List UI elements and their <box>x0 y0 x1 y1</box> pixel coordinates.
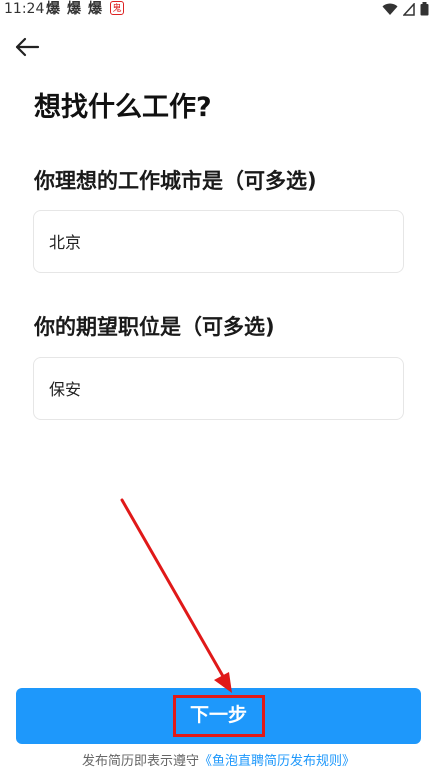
next-button[interactable]: 下一步 <box>16 688 421 744</box>
position-field-value: 保安 <box>49 380 82 399</box>
position-field[interactable]: 保安 <box>33 357 404 420</box>
next-button-label: 下一步 <box>189 705 247 726</box>
app-badge-icon: 鬼 <box>110 1 124 15</box>
city-field-value: 北京 <box>49 233 82 252</box>
city-field[interactable]: 北京 <box>33 210 404 273</box>
signal-icon <box>403 2 415 16</box>
back-button[interactable] <box>14 36 40 58</box>
resume-rules-link[interactable]: 《鱼泡直聘简历发布规则》 <box>199 754 355 769</box>
wifi-icon <box>382 3 398 15</box>
city-section-label: 你理想的工作城市是（可多选) <box>34 169 317 193</box>
status-time: 11:24 <box>4 1 45 17</box>
position-section-label: 你的期望职位是（可多选) <box>34 315 275 339</box>
notification-icon: 爆 <box>46 1 60 17</box>
battery-icon <box>420 2 429 16</box>
notification-icon: 爆 <box>67 1 81 17</box>
back-arrow-icon <box>15 37 40 57</box>
screen: 11:24 爆 爆 爆 鬼 想找什么工作? 你理想的工作城市是（可多选) 北京 … <box>0 0 437 782</box>
footer-text: 发布简历即表示遵守 <box>81 754 199 769</box>
status-icons <box>382 2 429 16</box>
footer: 发布简历即表示遵守《鱼泡直聘简历发布规则》 <box>0 752 437 772</box>
status-bar: 11:24 爆 爆 爆 鬼 <box>0 0 437 20</box>
notification-icon: 爆 <box>88 1 102 17</box>
page-title: 想找什么工作? <box>34 92 212 123</box>
